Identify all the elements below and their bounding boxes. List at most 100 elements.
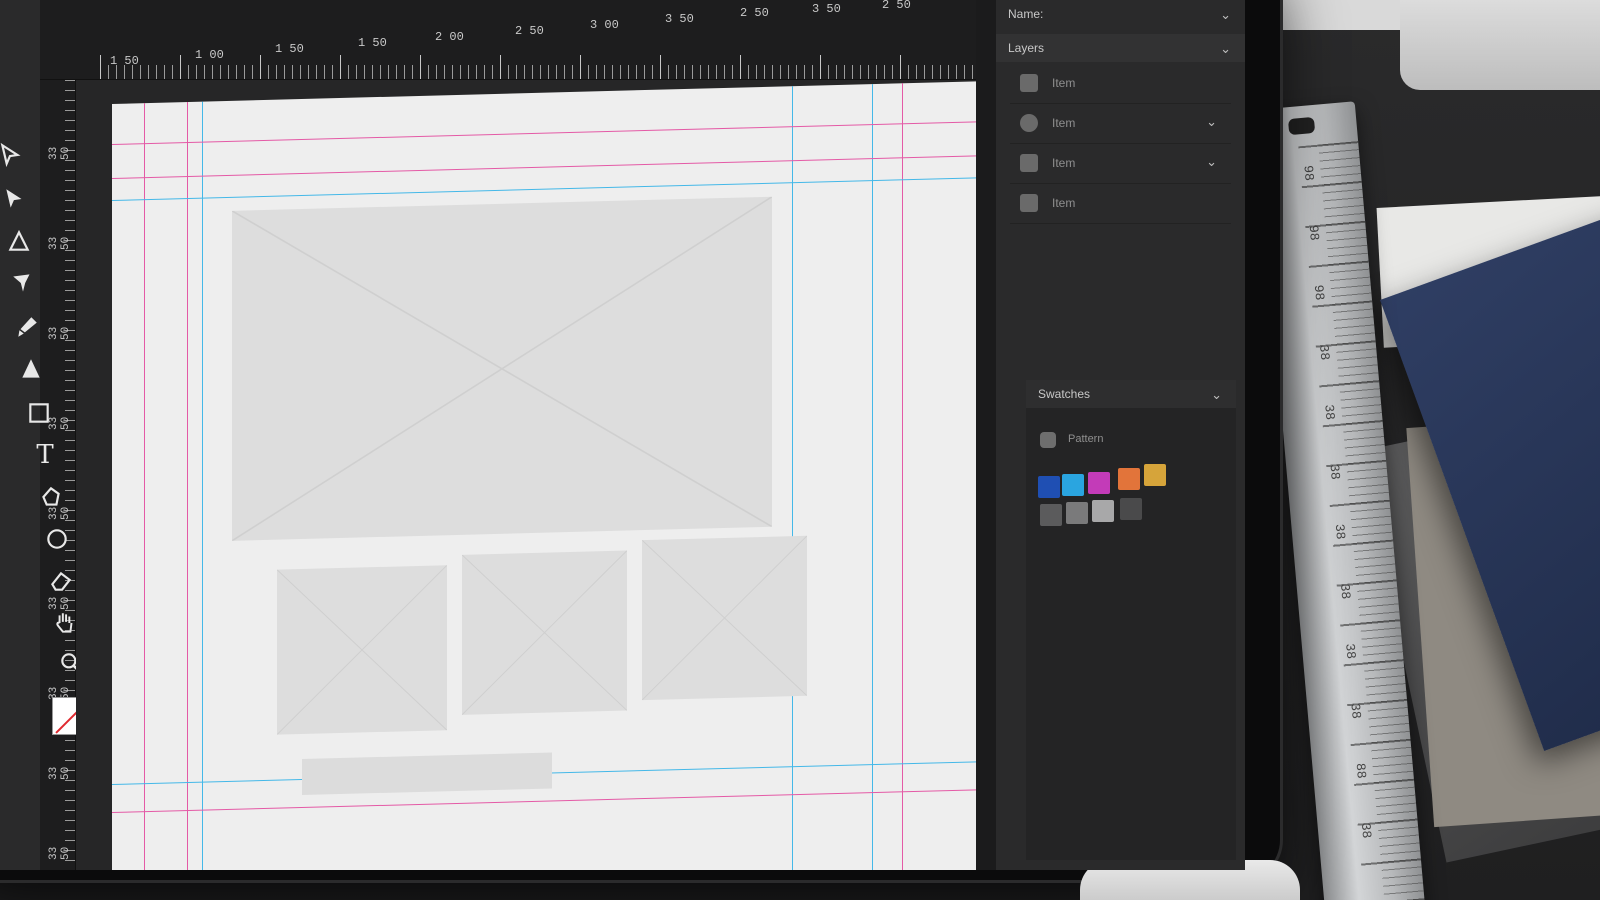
layer-row[interactable]: Item [1010, 184, 1231, 224]
paint-bucket-tool[interactable] [6, 266, 40, 300]
direct-selection-alt-tool[interactable] [2, 224, 36, 258]
guide-vertical[interactable] [202, 101, 203, 870]
hero-image-placeholder[interactable] [232, 196, 772, 541]
color-swatch[interactable] [1120, 498, 1142, 520]
ruler-hang-hole [1287, 116, 1316, 136]
layer-name: Item [1052, 116, 1076, 130]
rectangle-tool[interactable] [22, 396, 56, 430]
color-swatch[interactable] [1088, 472, 1110, 494]
direct-selection-tool[interactable] [0, 182, 32, 216]
layer-thumbnail-icon [1020, 74, 1038, 92]
horizontal-ruler[interactable]: 1 50 1 00 1 50 1 50 2 00 2 50 3 00 3 50 … [40, 0, 980, 80]
guide-horizontal[interactable] [112, 177, 982, 201]
arrow-outline-icon [8, 229, 30, 251]
swatches-panel-header[interactable]: Swatches ⌄ [1026, 380, 1236, 408]
peripheral-device [1400, 0, 1600, 90]
app-screen: 1 50 1 00 1 50 1 50 2 00 2 50 3 00 3 50 … [0, 0, 1245, 870]
right-panel: Name: ⌄ Layers ⌄ Item Item ⌄ Item ⌄ Item… [996, 0, 1245, 870]
swatch-group-label: Pattern [1068, 433, 1104, 445]
guide-vertical-margin[interactable] [187, 102, 188, 870]
rectangle-icon [29, 403, 49, 423]
guide-horizontal-margin[interactable] [112, 121, 982, 145]
text-block-placeholder[interactable] [302, 752, 552, 796]
ruler-label: 3 50 [812, 2, 841, 16]
image-placeholder-cross [277, 565, 447, 735]
guide-vertical[interactable] [792, 86, 793, 870]
type-tool[interactable]: T [28, 438, 62, 472]
color-swatch[interactable] [1062, 474, 1084, 496]
ruler-label: 33 50 [48, 846, 72, 860]
type-icon: T [36, 440, 54, 470]
pen-tool[interactable] [14, 352, 48, 386]
eraser-tool[interactable] [44, 564, 78, 598]
color-swatch[interactable] [1092, 500, 1114, 522]
ruler-number: 98 [1310, 284, 1328, 302]
color-swatch[interactable] [1118, 468, 1140, 490]
layers-panel-header[interactable]: Layers ⌄ [996, 34, 1245, 62]
layer-name: Item [1052, 76, 1076, 90]
artboard[interactable] [112, 81, 982, 870]
chevron-down-icon[interactable]: ⌄ [1220, 7, 1231, 23]
thumbnail-placeholder[interactable] [462, 550, 627, 715]
guide-vertical-margin[interactable] [902, 83, 903, 870]
ruler-label: 1 50 [358, 36, 387, 50]
layer-row[interactable]: Item ⌄ [1010, 104, 1231, 144]
layer-row[interactable]: Item ⌄ [1010, 144, 1231, 184]
swatches-panel-title: Swatches [1038, 387, 1091, 401]
chevron-down-icon[interactable]: ⌄ [1211, 387, 1222, 403]
guide-vertical-margin[interactable] [144, 103, 145, 870]
brush-tool[interactable] [10, 310, 44, 344]
ruler-label: 1 50 [110, 54, 139, 68]
chevron-down-icon[interactable]: ⌄ [1206, 114, 1217, 130]
layer-name: Item [1052, 196, 1076, 210]
ellipse-tool[interactable] [40, 522, 74, 556]
ruler-label: 2 00 [435, 30, 464, 44]
layer-row[interactable]: Item [1010, 64, 1231, 104]
ruler-number: 38 [1357, 822, 1375, 839]
ruler-label: 2 50 [740, 6, 769, 20]
selection-tool[interactable] [0, 138, 28, 172]
guide-horizontal-margin[interactable] [112, 789, 982, 813]
color-swatch[interactable] [1144, 464, 1166, 486]
ellipse-icon [47, 529, 67, 549]
thumbnail-placeholder[interactable] [642, 535, 807, 701]
ruler-number: 98 [1300, 164, 1317, 182]
image-placeholder-cross [642, 535, 807, 701]
color-swatch[interactable] [1038, 476, 1060, 498]
ruler-number: 88 [1352, 762, 1369, 780]
image-placeholder-cross [232, 196, 772, 541]
ruler-number: 38 [1326, 463, 1343, 481]
brush-icon [18, 317, 37, 337]
ruler-label: 2 50 [882, 0, 911, 12]
ruler-label: 3 50 [665, 12, 694, 26]
layer-name: Item [1052, 156, 1076, 170]
ruler-label: 2 50 [515, 24, 544, 38]
thumbnail-placeholder[interactable] [277, 565, 447, 735]
panel-divider[interactable] [976, 0, 996, 870]
chevron-down-icon[interactable]: ⌄ [1220, 41, 1231, 57]
ruler-label: 1 00 [195, 48, 224, 62]
color-swatch[interactable] [1040, 504, 1062, 526]
arrow-filled-icon [6, 189, 22, 208]
guide-vertical[interactable] [872, 84, 873, 870]
pen-icon [22, 359, 40, 378]
ruler-label: 3 00 [590, 18, 619, 32]
swatches-panel: Swatches ⌄ Pattern [1026, 380, 1236, 860]
hand-icon [56, 613, 73, 633]
name-label: Name: [1008, 7, 1044, 21]
image-placeholder-cross [462, 550, 627, 715]
ruler-number: 38 [1321, 403, 1338, 421]
guide-horizontal-margin[interactable] [112, 155, 982, 179]
layer-thumbnail-icon [1020, 114, 1038, 132]
ruler-number: 38 [1331, 523, 1349, 541]
ruler-number: 98 [1305, 224, 1322, 242]
canvas-area[interactable] [76, 80, 982, 870]
shape-icon [42, 486, 60, 506]
swatch-group-icon [1040, 432, 1056, 448]
eraser-icon [51, 571, 72, 591]
ruler-number: 38 [1316, 343, 1333, 361]
color-swatch[interactable] [1066, 502, 1088, 524]
shape-builder-tool[interactable] [34, 480, 68, 514]
ruler-number: 38 [1347, 702, 1364, 720]
chevron-down-icon[interactable]: ⌄ [1206, 154, 1217, 170]
